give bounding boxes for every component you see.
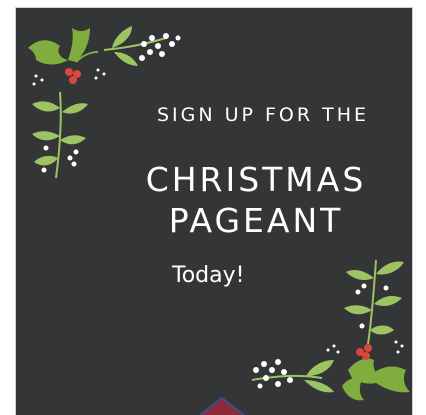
kicker-text: SIGN UP FOR THE <box>156 104 370 126</box>
title-line-2: PAGEANT <box>168 201 344 240</box>
christmas-pageant-poster: SIGN UP FOR THE CHRISTMAS PAGEANT Today! <box>16 8 412 415</box>
subtitle-text: Today! <box>172 263 245 288</box>
bottom-banner-shape <box>199 396 245 415</box>
berries-icon <box>356 344 372 360</box>
mistletoe-icon <box>344 259 404 345</box>
holly-icon <box>342 358 410 401</box>
mistletoe-icon <box>251 359 334 393</box>
title-line-1: CHRISTMAS <box>145 160 367 199</box>
